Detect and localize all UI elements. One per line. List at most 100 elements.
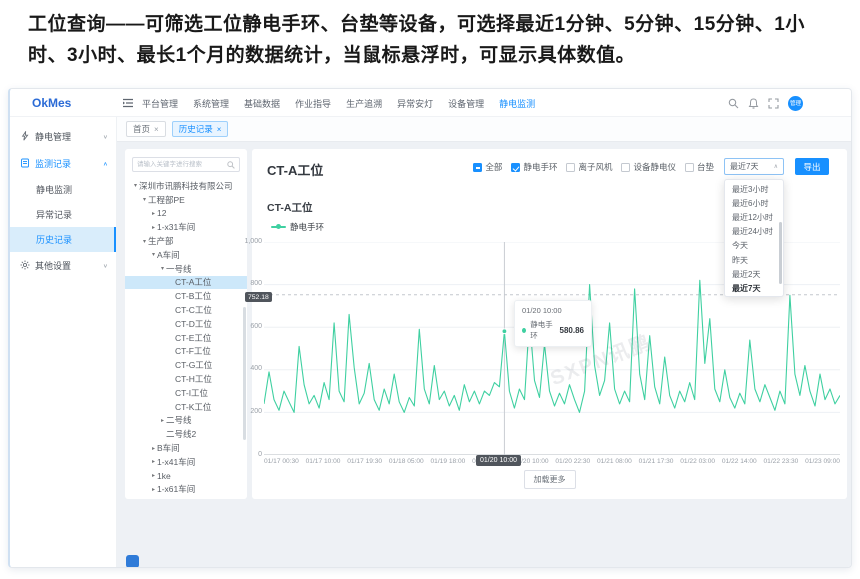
- tree-node[interactable]: ▸B车间: [125, 441, 247, 455]
- tree-node-label: CT-G工位: [175, 359, 212, 371]
- tree-node[interactable]: CT-F工位: [125, 345, 247, 359]
- checkbox-indeterminate[interactable]: [473, 163, 482, 172]
- caret-right-icon[interactable]: ▸: [150, 486, 157, 493]
- option-最近2天[interactable]: 最近2天: [725, 267, 783, 281]
- app-window: OkMes 平台管理系统管理基础数据作业指导生产追溯异常安灯设备管理静电监测 管…: [8, 88, 852, 568]
- tree-node[interactable]: ▸1-x41车间: [125, 455, 247, 469]
- tree-node[interactable]: CT-H工位: [125, 372, 247, 386]
- search-icon[interactable]: [728, 98, 739, 109]
- nav-item-4[interactable]: 作业指导: [295, 97, 331, 110]
- filter-label: 台垫: [697, 161, 714, 173]
- option-最近24小时[interactable]: 最近24小时: [725, 225, 783, 239]
- nav-item-6[interactable]: 异常安灯: [397, 97, 433, 110]
- x-tick-label: 01/18 05:00: [389, 458, 424, 465]
- caret-down-icon[interactable]: ▾: [141, 238, 148, 245]
- close-icon[interactable]: ×: [217, 125, 222, 134]
- caret-right-icon[interactable]: ▸: [150, 224, 157, 231]
- caret-down-icon[interactable]: ▾: [150, 251, 157, 258]
- static-manage-icon: [20, 131, 35, 143]
- tree-node[interactable]: ▾生产部: [125, 234, 247, 248]
- nav-item-7[interactable]: 设备管理: [448, 97, 484, 110]
- sidebar-item-静电监测[interactable]: 静电监测: [10, 177, 116, 202]
- tree-search-icon[interactable]: [227, 161, 235, 169]
- option-昨天[interactable]: 昨天: [725, 253, 783, 267]
- caret-right-icon[interactable]: ▸: [150, 458, 157, 465]
- tree-node[interactable]: ▾A车间: [125, 248, 247, 262]
- caret-right-icon[interactable]: ▸: [150, 210, 157, 217]
- load-more-button[interactable]: 加载更多: [524, 470, 576, 489]
- sidebar-group-label: 静电管理: [35, 130, 71, 143]
- option-今天[interactable]: 今天: [725, 239, 783, 253]
- tree-search-input[interactable]: [137, 158, 225, 171]
- filter-台垫[interactable]: 台垫: [685, 161, 714, 173]
- checkbox-unchecked[interactable]: [566, 163, 575, 172]
- option-最近3小时[interactable]: 最近3小时: [725, 182, 783, 196]
- filter-静电手环[interactable]: 静电手环: [511, 161, 557, 173]
- tree-node[interactable]: ▸1-x61车间: [125, 483, 247, 497]
- tree-node-label: 1ke: [157, 471, 171, 481]
- filter-设备静电仪[interactable]: 设备静电仪: [621, 161, 676, 173]
- tree-node[interactable]: CT-B工位: [125, 289, 247, 303]
- filter-离子风机[interactable]: 离子风机: [566, 161, 612, 173]
- option-最近12小时[interactable]: 最近12小时: [725, 210, 783, 224]
- tab-1[interactable]: 首页×: [126, 121, 166, 137]
- caret-right-icon[interactable]: ▸: [159, 417, 166, 424]
- avatar[interactable]: 管理: [788, 96, 803, 111]
- nav-item-5[interactable]: 生产追溯: [346, 97, 382, 110]
- tree-node[interactable]: CT-G工位: [125, 358, 247, 372]
- tree-node[interactable]: ▾一号线: [125, 262, 247, 276]
- dropdown-scrollbar[interactable]: [779, 222, 782, 284]
- tree-node[interactable]: ▾工程部PE: [125, 193, 247, 207]
- sidebar-item-异常记录[interactable]: 异常记录: [10, 202, 116, 227]
- caret-right-icon[interactable]: ▸: [150, 445, 157, 452]
- sidebar-group-3[interactable]: 其他设置∨: [10, 252, 116, 279]
- chart-legend[interactable]: 静电手环: [271, 221, 324, 233]
- float-widget-button[interactable]: [126, 555, 139, 568]
- x-tick-label: 01/21 17:30: [639, 458, 674, 465]
- caret-down-icon[interactable]: ▾: [132, 182, 139, 189]
- sidebar-group-2[interactable]: 监测记录∧: [10, 150, 116, 177]
- fullscreen-icon[interactable]: [768, 98, 779, 109]
- option-最近6小时[interactable]: 最近6小时: [725, 196, 783, 210]
- sidebar-group-label: 监测记录: [35, 157, 71, 170]
- tree-node[interactable]: CT-K工位: [125, 400, 247, 414]
- caret-down-icon[interactable]: ▾: [159, 265, 166, 272]
- nav-item-8[interactable]: 静电监测: [499, 97, 535, 110]
- tree-node[interactable]: ▸12: [125, 207, 247, 221]
- tree-node[interactable]: CT-E工位: [125, 331, 247, 345]
- sidebar-group-1[interactable]: 静电管理∨: [10, 123, 116, 150]
- legend-line-icon: [271, 226, 286, 228]
- caret-down-icon[interactable]: ▾: [141, 196, 148, 203]
- filter-全部[interactable]: 全部: [473, 161, 502, 173]
- option-最近7天[interactable]: 最近7天: [725, 281, 783, 295]
- export-button[interactable]: 导出: [795, 158, 829, 175]
- tree-node[interactable]: CT-D工位: [125, 317, 247, 331]
- tree-node[interactable]: CT-A工位: [125, 276, 247, 290]
- tree-node[interactable]: CT-I工位: [125, 386, 247, 400]
- tree-node[interactable]: 二号线2: [125, 427, 247, 441]
- bell-icon[interactable]: [748, 98, 759, 109]
- collapse-menu-icon[interactable]: [122, 97, 134, 109]
- caret-right-icon[interactable]: ▸: [150, 472, 157, 479]
- checkbox-checked[interactable]: [511, 163, 520, 172]
- tooltip-series-name: 静电手环: [530, 319, 555, 341]
- nav-item-3[interactable]: 基础数据: [244, 97, 280, 110]
- tab-2[interactable]: 历史记录×: [172, 121, 229, 137]
- checkbox-unchecked[interactable]: [621, 163, 630, 172]
- tree-node[interactable]: ▾深圳市讯鹏科技有限公司: [125, 179, 247, 193]
- intro-paragraph: 工位查询——可筛选工位静电手环、台垫等设备，可选择最近1分钟、5分钟、15分钟、…: [28, 9, 836, 71]
- tree-node[interactable]: ▸1-x31车间: [125, 220, 247, 234]
- nav-item-2[interactable]: 系统管理: [193, 97, 229, 110]
- y-tick-label: 1,000: [232, 238, 262, 245]
- x-tick-label: 01/22 03:00: [680, 458, 715, 465]
- checkbox-unchecked[interactable]: [685, 163, 694, 172]
- filter-label: 离子风机: [578, 161, 612, 173]
- tree-node[interactable]: ▸1ke: [125, 469, 247, 483]
- hover-point-dot: [502, 329, 507, 334]
- sidebar-item-历史记录[interactable]: 历史记录: [10, 227, 116, 252]
- close-icon[interactable]: ×: [154, 125, 159, 134]
- nav-item-1[interactable]: 平台管理: [142, 97, 178, 110]
- tree-node[interactable]: ▸二号线: [125, 414, 247, 428]
- tree-node[interactable]: CT-C工位: [125, 303, 247, 317]
- time-range-select[interactable]: 最近7天 ∧: [724, 158, 784, 175]
